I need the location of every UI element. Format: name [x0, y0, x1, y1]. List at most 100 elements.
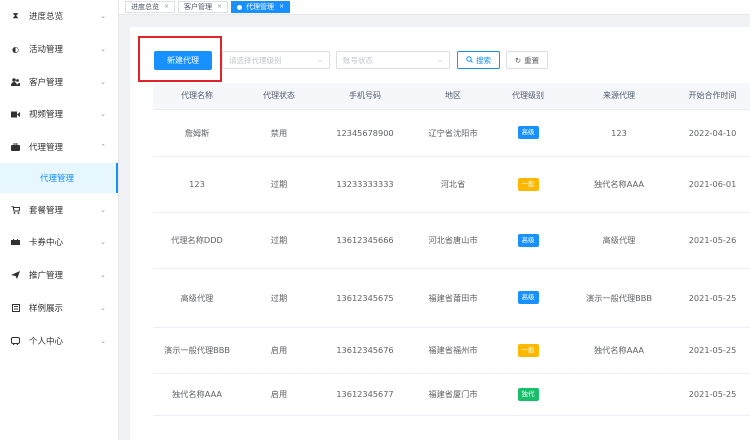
- close-icon[interactable]: ×: [279, 2, 284, 12]
- table-row[interactable]: 独代名称AAA 启用 13612345677 福建省厦门市 独代 2021-05-25: [153, 373, 750, 416]
- table-row[interactable]: 高级代理 过期 13612345675 福建省莆田市 高级 演示一般代理BBB 2021-0…: [153, 268, 750, 328]
- agent-status-cell: 启用: [241, 327, 317, 374]
- sidebar-item-coupons[interactable]: 卡券中心 ⌄: [0, 226, 118, 259]
- agent-status-cell: 启用: [241, 373, 317, 416]
- tab-label: 代理管理: [246, 3, 275, 11]
- source-agent-cell: 高级代理: [563, 212, 675, 269]
- sidebar-item-label: 视频管理: [29, 110, 64, 121]
- start-date-cell: 2021-05-25: [675, 268, 750, 328]
- level-badge: 一般: [517, 177, 539, 191]
- user-center-icon: [11, 336, 20, 345]
- chevron-down-icon: ⌄: [317, 56, 323, 64]
- sidebar-item-profile[interactable]: 个人中心 ⌄: [0, 324, 118, 357]
- tab-customers[interactable]: 客户管理 ×: [178, 1, 229, 13]
- sidebar-item-label: 样例展示: [29, 303, 64, 314]
- chevron-down-icon: ⌄: [100, 205, 106, 214]
- send-icon: [11, 271, 20, 280]
- chevron-down-icon: ⌄: [100, 12, 106, 21]
- agents-table: 代理名称 代理状态 手机号码 地区 代理级别 来源代理 开始合作时间 詹姆斯 禁用…: [153, 83, 750, 416]
- start-date-cell: 2021-05-25: [675, 373, 750, 416]
- sidebar-item-progress[interactable]: ⧗ 进度总览 ⌄: [0, 0, 118, 33]
- sidebar-subitem-agent-management[interactable]: 代理管理: [0, 163, 118, 194]
- agent-name-cell: 123: [153, 156, 241, 213]
- sidebar-item-label: 客户管理: [29, 77, 64, 88]
- region-cell: 河北省: [413, 156, 493, 213]
- reset-label: 重置: [524, 55, 540, 65]
- source-agent-cell: [563, 373, 675, 416]
- agent-status-cell: 过期: [241, 156, 317, 213]
- chevron-down-icon: ⌄: [100, 336, 106, 345]
- level-badge: 独代: [517, 387, 539, 401]
- agent-level-cell: 独代: [493, 373, 563, 416]
- table-header-row: 代理名称 代理状态 手机号码 地区 代理级别 来源代理 开始合作时间: [153, 83, 750, 110]
- search-label: 搜索: [476, 55, 491, 65]
- chevron-down-icon: ⌄: [100, 77, 106, 86]
- table-row[interactable]: 詹姆斯 禁用 12345678900 辽宁省沈阳市 高级 123 2022-04-10: [153, 109, 750, 157]
- sidebar-item-customers[interactable]: 客户管理 ⌄: [0, 65, 118, 98]
- close-icon[interactable]: ×: [217, 2, 222, 12]
- reset-button[interactable]: ↻ 重置: [506, 51, 548, 69]
- chevron-up-icon: ⌃: [100, 143, 106, 152]
- start-date-cell: 2021-05-25: [675, 327, 750, 374]
- agent-level-cell: 一般: [493, 156, 563, 213]
- search-icon: [466, 55, 473, 65]
- sidebar-item-label: 卡券中心: [29, 238, 64, 249]
- column-header: 来源代理: [563, 83, 675, 110]
- agent-level-placeholder: 请选择代理级别: [229, 55, 282, 65]
- sidebar-item-promotion[interactable]: 推广管理 ⌄: [0, 259, 118, 292]
- region-cell: 福建省莆田市: [413, 268, 493, 328]
- start-date-cell: 2021-05-26: [675, 212, 750, 269]
- region-cell: 辽宁省沈阳市: [413, 109, 493, 157]
- column-header: 代理级别: [493, 83, 563, 110]
- tab-label: 进度总览: [131, 3, 159, 11]
- tab-agents[interactable]: 代理管理 ×: [231, 1, 291, 13]
- sidebar-item-label: 代理管理: [29, 143, 64, 154]
- tab-progress[interactable]: 进度总览 ×: [125, 1, 176, 13]
- sidebar-item-label: 进度总览: [29, 12, 64, 23]
- new-agent-button[interactable]: 新建代理: [154, 51, 212, 70]
- video-icon: [11, 110, 20, 119]
- column-header: 手机号码: [317, 83, 413, 110]
- level-badge: 高级: [517, 233, 539, 247]
- agent-name-cell: 演示一般代理BBB: [153, 327, 241, 374]
- table-row[interactable]: 代理名称DDD 过期 13612345666 河北省唐山市 高级 高级代理 2021-05-…: [153, 212, 750, 269]
- sidebar-item-label: 套餐管理: [29, 205, 64, 216]
- search-button[interactable]: 搜索: [457, 51, 500, 69]
- source-agent-cell: 演示一般代理BBB: [563, 268, 675, 328]
- sidebar-item-agents[interactable]: 代理管理 ⌃: [0, 131, 118, 164]
- agent-name-cell: 高级代理: [153, 268, 241, 328]
- agent-level-select[interactable]: 请选择代理级别 ⌄: [222, 51, 330, 69]
- level-badge: 高级: [517, 291, 539, 304]
- agent-level-cell: 高级: [493, 268, 563, 328]
- account-status-select[interactable]: 账号状态 ⌄: [336, 51, 450, 69]
- agent-name-cell: 独代名称AAA: [153, 373, 241, 416]
- region-cell: 福建省福州市: [413, 327, 493, 374]
- region-cell: 福建省厦门市: [413, 373, 493, 416]
- level-badge: 高级: [517, 126, 539, 139]
- table-row[interactable]: 123 过期 13233333333 河北省 一般 独代名称AAA 2021-06-01: [153, 156, 750, 213]
- tab-label: 客户管理: [184, 3, 213, 11]
- sidebar-subitem-label: 代理管理: [40, 174, 75, 185]
- agent-name-cell: 代理名称DDD: [153, 212, 241, 269]
- main-panel: 新建代理 请选择代理级别 ⌄ 账号状态 ⌄ 搜索 ↻ 重置 代理名称 代理状态 …: [130, 27, 750, 440]
- phone-cell: 13612345677: [317, 373, 413, 416]
- region-cell: 河北省唐山市: [413, 212, 493, 269]
- agent-status-cell: 过期: [241, 268, 317, 328]
- sidebar-item-label: 活动管理: [29, 45, 64, 56]
- sidebar-item-packages[interactable]: 套餐管理 ⌄: [0, 193, 118, 226]
- start-date-cell: 2021-06-01: [675, 156, 750, 213]
- sidebar-item-video[interactable]: 视频管理 ⌄: [0, 98, 118, 131]
- close-icon[interactable]: ×: [164, 2, 169, 12]
- phone-cell: 13612345675: [317, 268, 413, 328]
- table-row[interactable]: 演示一般代理BBB 启用 13612345676 福建省福州市 一般 独代名称AAA 202…: [153, 327, 750, 374]
- briefcase-icon: [11, 143, 20, 152]
- sidebar-item-activity[interactable]: ◐ 活动管理 ⌄: [0, 33, 118, 66]
- chevron-down-icon: ⌄: [100, 271, 106, 280]
- column-header: 代理状态: [241, 83, 317, 110]
- active-dot-icon: [237, 4, 243, 10]
- column-header: 开始合作时间: [675, 83, 750, 110]
- chevron-down-icon: ⌄: [100, 238, 106, 247]
- sidebar-item-samples[interactable]: 样例展示 ⌄: [0, 292, 118, 325]
- agent-name-cell: 詹姆斯: [153, 109, 241, 157]
- chevron-down-icon: ⌄: [100, 45, 106, 54]
